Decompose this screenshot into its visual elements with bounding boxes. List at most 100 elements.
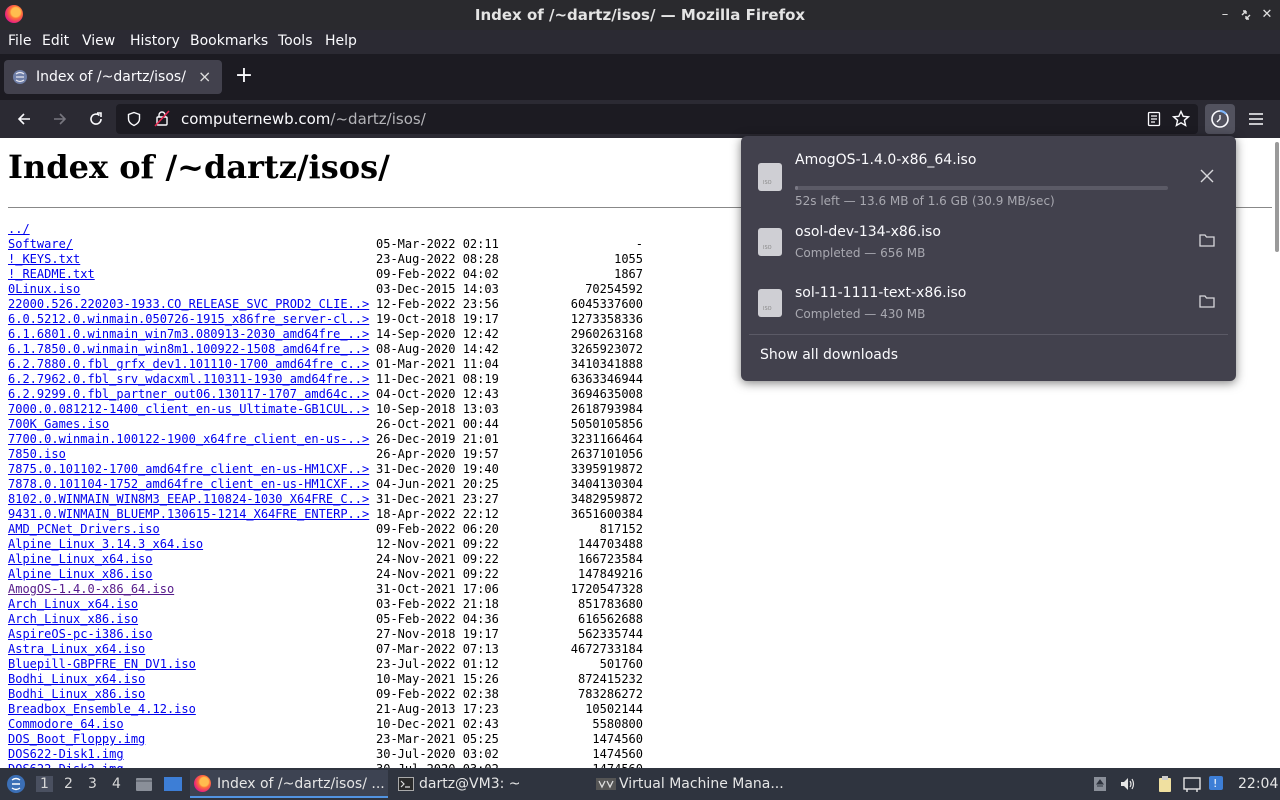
insecure-lock-icon[interactable] [154, 110, 170, 127]
file-manager-icon[interactable] [135, 775, 153, 793]
file-link[interactable]: Software/ [8, 237, 73, 252]
file-link[interactable]: ../ [8, 222, 30, 237]
reader-view-icon[interactable] [1146, 111, 1162, 127]
tracking-shield-icon[interactable] [126, 111, 142, 127]
file-date: 24-Nov-2021 09:22 [376, 552, 499, 566]
volume-icon[interactable] [1119, 775, 1137, 793]
workspace-2[interactable]: 2 [64, 776, 73, 792]
url-text[interactable]: computernewb.com/~dartz/isos/ [181, 110, 426, 128]
file-link[interactable]: Commodore_64.iso [8, 717, 124, 732]
minimize-icon[interactable]: – [1214, 4, 1236, 26]
menu-edit[interactable]: Edit [42, 33, 69, 49]
file-link[interactable]: Alpine_Linux_3.14.3_x64.iso [8, 537, 203, 552]
file-size: 3265923072 [570, 342, 643, 356]
file-link[interactable]: 7878.0.101104-1752_amd64fre_client_en-us… [8, 477, 369, 492]
task-terminal[interactable]: dartz@VM3: ~ [394, 770, 584, 798]
download-item-osol[interactable]: osol-dev-134-x86.iso Completed — 656 MB [741, 220, 1236, 276]
file-link[interactable]: 7700.0.winmain.100122-1900_x64fre_client… [8, 432, 369, 447]
workspace-4[interactable]: 4 [112, 776, 121, 792]
menu-history[interactable]: History [130, 33, 180, 49]
hamburger-menu-icon[interactable] [1243, 106, 1269, 132]
download-filename: sol-11-1111-text-x86.iso [795, 285, 967, 301]
file-date: 21-Aug-2013 17:23 [376, 702, 499, 716]
file-link[interactable]: AspireOS-pc-i386.iso [8, 627, 153, 642]
update-notifier-icon[interactable]: ! [1208, 775, 1226, 793]
menu-tools[interactable]: Tools [278, 33, 313, 49]
clock: 22:04 [1238, 776, 1279, 792]
file-size: 3404130304 [570, 477, 643, 491]
file-size: 1055 [614, 252, 643, 266]
task-virt-manager[interactable]: Virtual Machine Mana... [592, 770, 792, 798]
file-size: 10502144 [585, 702, 643, 716]
file-date: 05-Mar-2022 02:11 [376, 237, 499, 251]
file-date: 10-May-2021 15:26 [376, 672, 499, 686]
reload-icon[interactable] [83, 106, 109, 132]
download-item-amogos[interactable]: AmogOS-1.4.0-x86_64.iso 52s left — 13.6 … [741, 148, 1236, 208]
file-link[interactable]: 6.2.7962.0.fbl_srv_wdacxml.110311-1930_a… [8, 372, 369, 387]
tab-index-isos[interactable]: Index of /~dartz/isos/ × [4, 60, 222, 94]
file-link[interactable]: !_KEYS.txt [8, 252, 80, 267]
file-link[interactable]: 700K_Games.iso [8, 417, 109, 432]
file-link[interactable]: 6.1.6801.0.winmain_win7m3.080913-2030_am… [8, 327, 369, 342]
downloads-button[interactable] [1205, 104, 1235, 134]
show-all-downloads-button[interactable]: Show all downloads [760, 347, 898, 363]
file-link[interactable]: 6.2.9299.0.fbl_partner_out06.130117-1707… [8, 387, 369, 402]
task-firefox[interactable]: Index of /~dartz/isos/ ... [190, 770, 388, 798]
bookmark-star-icon[interactable] [1172, 110, 1190, 128]
file-link[interactable]: DOS_Boot_Floppy.img [8, 732, 145, 747]
eject-icon[interactable] [1091, 775, 1109, 793]
start-menu-icon[interactable] [6, 774, 26, 794]
folder-icon[interactable] [1197, 293, 1217, 313]
network-icon[interactable] [1183, 775, 1201, 793]
file-link[interactable]: DOS622-Disk1.img [8, 747, 124, 762]
close-window-icon[interactable]: ✕ [1256, 4, 1278, 26]
file-link[interactable]: Bluepill-GBPFRE_EN_DV1.iso [8, 657, 196, 672]
file-date: 14-Sep-2020 12:42 [376, 327, 499, 341]
new-tab-button[interactable]: + [232, 64, 256, 88]
file-link[interactable]: 8102.0.WINMAIN_WIN8M3_EEAP.110824-1030_X… [8, 492, 369, 507]
file-link[interactable]: Alpine_Linux_x86.iso [8, 567, 153, 582]
url-bar[interactable]: computernewb.com/~dartz/isos/ [116, 104, 1198, 134]
file-link[interactable]: Bodhi_Linux_x86.iso [8, 687, 145, 702]
file-link[interactable]: Breadbox_Ensemble_4.12.iso [8, 702, 196, 717]
file-link[interactable]: Arch_Linux_x86.iso [8, 612, 138, 627]
file-link[interactable]: Alpine_Linux_x64.iso [8, 552, 153, 567]
file-link[interactable]: 22000.526.220203-1933.CO_RELEASE_SVC_PRO… [8, 297, 369, 312]
file-link[interactable]: 6.1.7850.0.winmain_win8m1.100922-1508_am… [8, 342, 369, 357]
file-link[interactable]: Astra_Linux_x64.iso [8, 642, 145, 657]
file-date: 03-Feb-2022 21:18 [376, 597, 499, 611]
file-size: 501760 [599, 657, 643, 671]
file-link[interactable]: Arch_Linux_x64.iso [8, 597, 138, 612]
menu-bookmarks[interactable]: Bookmarks [190, 33, 268, 49]
folder-icon[interactable] [1197, 232, 1217, 252]
file-size: 2960263168 [570, 327, 643, 341]
back-icon[interactable] [11, 106, 37, 132]
file-link[interactable]: AMD_PCNet_Drivers.iso [8, 522, 160, 537]
menu-view[interactable]: View [82, 33, 115, 49]
file-link[interactable]: 0Linux.iso [8, 282, 80, 297]
file-link[interactable]: 9431.0.WINMAIN_BLUEMP.130615-1214_X64FRE… [8, 507, 369, 522]
file-link[interactable]: 6.2.7880.0.fbl_grfx_dev1.101110-1700_amd… [8, 357, 369, 372]
download-item-sol11[interactable]: sol-11-1111-text-x86.iso Completed — 430… [741, 281, 1236, 337]
file-link[interactable]: 7000.0.081212-1400_client_en-us_Ultimate… [8, 402, 369, 417]
page-scrollbar[interactable] [1275, 142, 1279, 252]
clipboard-icon[interactable] [1156, 775, 1174, 793]
firefox-icon [194, 775, 211, 792]
workspace-1[interactable]: 1 [36, 776, 53, 792]
restore-icon[interactable] [1235, 4, 1257, 26]
forward-icon[interactable] [47, 106, 73, 132]
file-link[interactable]: 7850.iso [8, 447, 66, 462]
menu-file[interactable]: File [8, 33, 31, 49]
close-icon[interactable] [1197, 166, 1217, 186]
file-link[interactable]: 6.0.5212.0.winmain.050726-1915_x86fre_se… [8, 312, 369, 327]
file-date: 12-Feb-2022 23:56 [376, 297, 499, 311]
file-link[interactable]: !_README.txt [8, 267, 95, 282]
file-size: 3482959872 [570, 492, 643, 506]
menu-help[interactable]: Help [325, 33, 357, 49]
close-tab-icon[interactable]: × [198, 67, 211, 86]
file-link[interactable]: Bodhi_Linux_x64.iso [8, 672, 145, 687]
show-desktop-icon[interactable] [163, 775, 183, 793]
file-link[interactable]: 7875.0.101102-1700_amd64fre_client_en-us… [8, 462, 369, 477]
workspace-3[interactable]: 3 [88, 776, 97, 792]
file-link[interactable]: AmogOS-1.4.0-x86_64.iso [8, 582, 174, 597]
